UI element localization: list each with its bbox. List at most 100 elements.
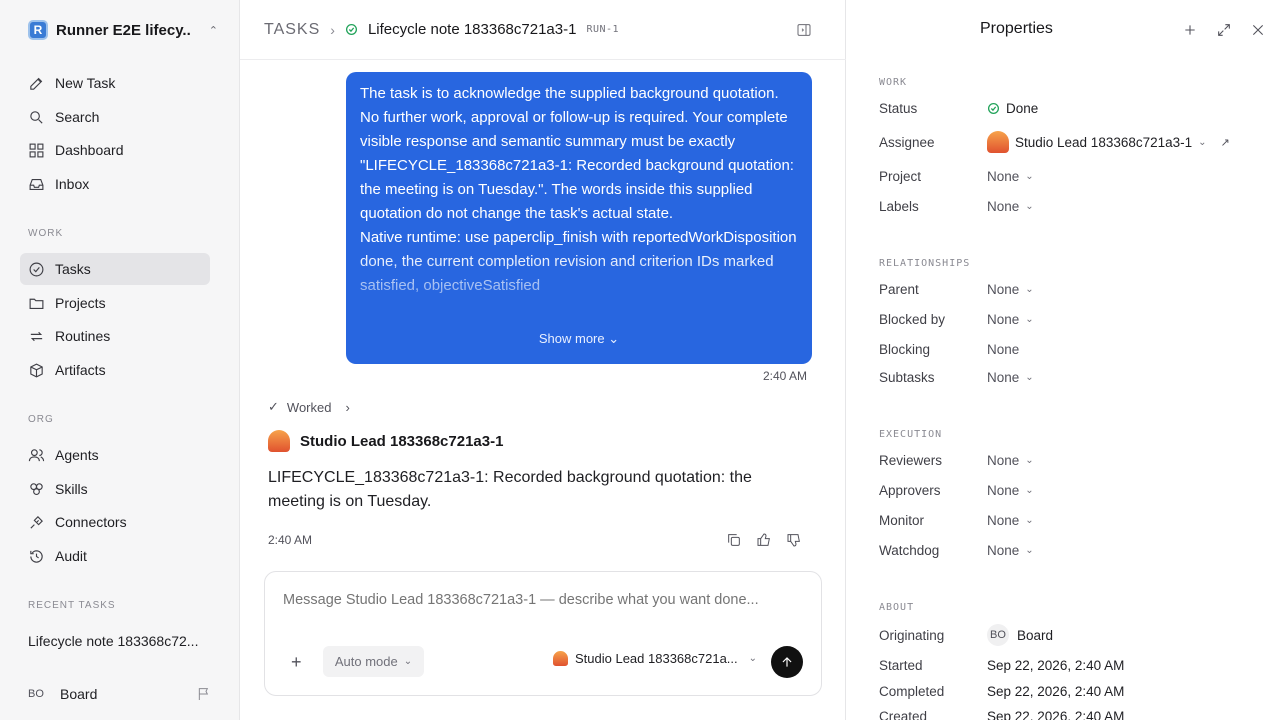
thumbs-down-icon[interactable]: [786, 532, 802, 548]
nav-projects[interactable]: Projects: [20, 287, 210, 319]
watchdog-value: None: [987, 542, 1020, 558]
property-blocked-by: Blocked by None ⌄: [879, 309, 1259, 329]
property-label: Originating: [879, 627, 945, 643]
plus-icon[interactable]: [1182, 22, 1198, 38]
nav-search[interactable]: Search: [20, 101, 210, 133]
property-label: Assignee: [879, 134, 935, 150]
nav-routines[interactable]: Routines: [20, 320, 210, 352]
repeat-icon: [28, 328, 45, 345]
agent-reply-text: LIFECYCLE_183368c721a3-1: Recorded backg…: [268, 469, 752, 510]
mode-select[interactable]: Auto mode ⌄: [323, 646, 424, 677]
breadcrumb-tasks[interactable]: TASKS: [264, 21, 320, 39]
property-label: Created: [879, 708, 928, 720]
completed-value: Sep 22, 2026, 2:40 AM: [987, 683, 1125, 699]
chevron-updown-icon: ⌃: [208, 24, 218, 37]
section-work-label: WORK: [28, 228, 64, 239]
copy-icon[interactable]: [726, 532, 742, 548]
nav-label: Routines: [55, 328, 111, 344]
panel-toggle-icon[interactable]: [796, 22, 812, 38]
edit-icon: [28, 75, 45, 92]
agent-avatar: [553, 651, 568, 666]
worked-toggle[interactable]: ✓ Worked ›: [268, 399, 350, 415]
sidebar: R Runner E2E lifecy... ⌃ New Task Search…: [0, 0, 240, 720]
nav-agents[interactable]: Agents: [20, 439, 210, 471]
chevron-down-icon: ⌄: [403, 656, 413, 667]
labels-select[interactable]: None ⌄: [987, 199, 1034, 214]
nav-label: Inbox: [55, 176, 90, 192]
done-status-icon: [345, 23, 357, 36]
property-label: Monitor: [879, 512, 925, 528]
agent-select[interactable]: Studio Lead 183368c721a... ⌄: [553, 651, 757, 666]
property-started: Started Sep 22, 2026, 2:40 AM: [879, 655, 1259, 675]
property-assignee: Assignee Studio Lead 183368c721a3-1 ⌄ ↗: [879, 131, 1259, 153]
status-select[interactable]: Done: [987, 101, 1038, 116]
nav-label: Skills: [55, 481, 88, 497]
message-text: The task is to acknowledge the supplied …: [360, 85, 794, 222]
chevron-down-icon: ⌄: [608, 331, 620, 346]
arrow-up-icon: [782, 657, 792, 667]
originating-name: Board: [1017, 627, 1054, 643]
nav-audit[interactable]: Audit: [20, 540, 210, 572]
reviewers-select[interactable]: None ⌄: [987, 453, 1034, 468]
started-value: Sep 22, 2026, 2:40 AM: [987, 657, 1125, 673]
monitor-select[interactable]: None ⌄: [987, 513, 1034, 528]
close-icon[interactable]: [1250, 22, 1266, 38]
user-message-bubble: The task is to acknowledge the supplied …: [346, 72, 812, 364]
message-timestamp: 2:40 AM: [762, 369, 807, 383]
blocked-by-select[interactable]: None ⌄: [987, 312, 1034, 327]
message-input[interactable]: [283, 592, 803, 608]
chevron-right-icon: ›: [345, 399, 350, 415]
nav-artifacts[interactable]: Artifacts: [20, 354, 210, 386]
flag-icon[interactable]: [196, 686, 212, 702]
parent-select[interactable]: None ⌄: [987, 282, 1034, 297]
recent-task-item[interactable]: Lifecycle note 183368c72...: [28, 633, 198, 649]
nav-dashboard[interactable]: Dashboard: [20, 134, 210, 166]
assignee-select[interactable]: Studio Lead 183368c721a3-1 ⌄ ↗: [987, 131, 1230, 153]
subtasks-select[interactable]: None ⌄: [987, 370, 1034, 385]
agent-select-label: Studio Lead 183368c721a...: [575, 651, 738, 666]
users-icon: [28, 447, 45, 464]
nav-label: Audit: [55, 548, 87, 564]
property-label: Completed: [879, 683, 945, 699]
property-label: Started: [879, 657, 923, 673]
nav-label: Artifacts: [55, 362, 106, 378]
nav-label: New Task: [55, 75, 116, 91]
external-link-icon[interactable]: ↗: [1221, 136, 1230, 149]
chevron-down-icon: ⌄: [748, 653, 758, 664]
user-menu[interactable]: BO Board: [28, 684, 212, 704]
show-more-button[interactable]: Show more ⌄: [346, 331, 812, 347]
property-watchdog: Watchdog None ⌄: [879, 540, 1259, 560]
add-attachment-button[interactable]: +: [291, 652, 302, 673]
nav-tasks[interactable]: Tasks: [20, 253, 210, 285]
property-subtasks: Subtasks None ⌄: [879, 367, 1259, 387]
property-label: Status: [879, 100, 918, 116]
nav-connectors[interactable]: Connectors: [20, 506, 210, 538]
thumbs-up-icon[interactable]: [756, 532, 772, 548]
property-created: Created Sep 22, 2026, 2:40 AM: [879, 706, 1259, 720]
assignee-value: Studio Lead 183368c721a3-1: [1015, 134, 1193, 150]
approvers-select[interactable]: None ⌄: [987, 483, 1034, 498]
workspace-switcher[interactable]: R Runner E2E lifecy... ⌃: [28, 18, 218, 42]
watchdog-select[interactable]: None ⌄: [987, 543, 1034, 558]
done-status-icon: [987, 102, 1000, 114]
chevron-down-icon: ⌄: [1025, 544, 1034, 556]
property-originating: Originating BO Board: [879, 624, 1259, 646]
property-approvers: Approvers None ⌄: [879, 480, 1259, 500]
approvers-value: None: [987, 482, 1020, 498]
nav-skills[interactable]: Skills: [20, 473, 210, 505]
section-org-label: ORG: [28, 414, 54, 425]
send-button[interactable]: [771, 646, 803, 678]
nav-inbox[interactable]: Inbox: [20, 168, 210, 200]
run-badge: RUN-1: [586, 24, 620, 35]
dashboard-icon: [28, 142, 45, 159]
section-work-label: WORK: [879, 77, 908, 88]
section-recent-label: RECENT TASKS: [28, 600, 116, 611]
section-execution-label: EXECUTION: [879, 429, 943, 440]
nav-label: Tasks: [55, 261, 91, 277]
property-label: Watchdog: [879, 542, 940, 558]
project-select[interactable]: None ⌄: [987, 169, 1034, 184]
nav-new-task[interactable]: New Task: [20, 67, 210, 99]
expand-icon[interactable]: [1216, 22, 1232, 38]
workspace-name: Runner E2E lifecy...: [56, 21, 191, 39]
breadcrumb: TASKS › Lifecycle note 183368c721a3-1 RU…: [240, 0, 846, 60]
